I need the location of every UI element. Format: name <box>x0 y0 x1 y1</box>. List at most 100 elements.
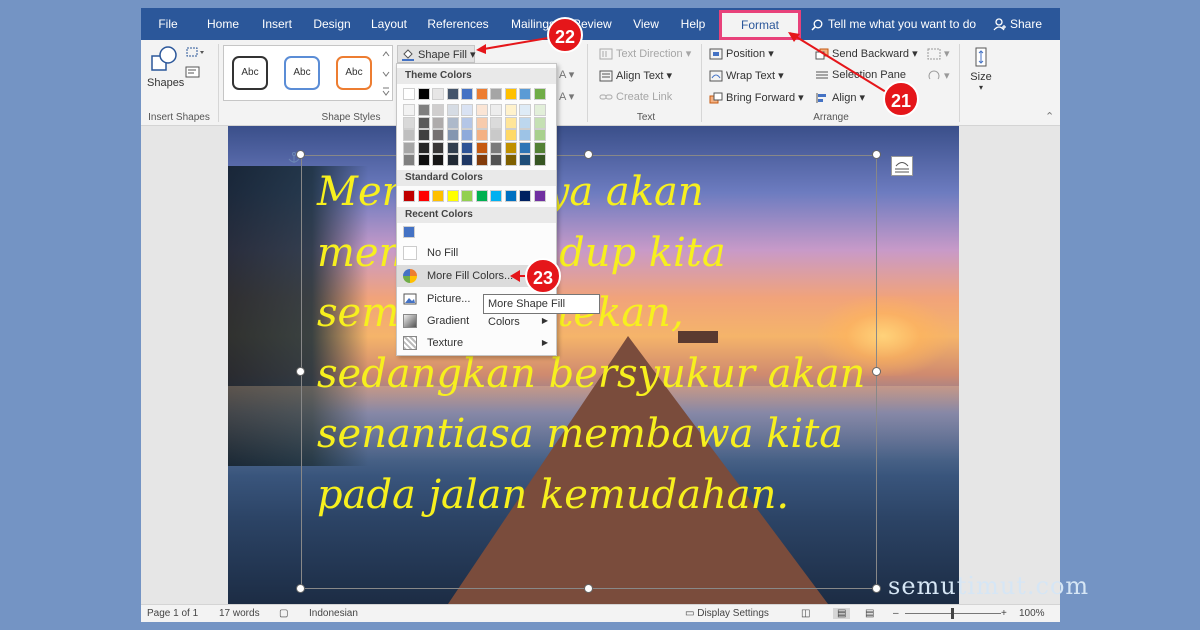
resize-handle-bottom-left[interactable] <box>296 584 305 593</box>
standard-color-swatch[interactable] <box>403 190 415 202</box>
standard-color-swatch[interactable] <box>475 190 488 202</box>
recent-color-swatch[interactable] <box>403 226 415 238</box>
theme-color-swatch[interactable] <box>490 88 502 100</box>
text-box-button[interactable] <box>185 66 201 81</box>
share-button[interactable]: Share <box>993 8 1042 40</box>
standard-color-swatch[interactable] <box>490 190 502 202</box>
align-button[interactable]: Align ▾ <box>815 91 865 104</box>
theme-color-shade-swatch[interactable] <box>432 129 444 141</box>
theme-color-shade-swatch[interactable] <box>417 104 430 116</box>
theme-color-shade-swatch[interactable] <box>504 116 517 129</box>
tab-layout[interactable]: Layout <box>367 8 411 40</box>
theme-color-shade-swatch[interactable] <box>475 104 488 116</box>
theme-color-shade-swatch[interactable] <box>490 104 502 116</box>
theme-color-shade-swatch[interactable] <box>417 129 430 141</box>
resize-handle-top[interactable] <box>584 150 593 159</box>
theme-color-swatch[interactable] <box>504 88 517 100</box>
theme-color-shade-swatch[interactable] <box>475 116 488 129</box>
tab-view[interactable]: View <box>629 8 663 40</box>
standard-color-swatch[interactable] <box>461 190 473 202</box>
shape-style-sample-3[interactable]: Abc <box>336 56 372 90</box>
theme-color-shade-swatch[interactable] <box>504 129 517 141</box>
theme-color-shade-swatch[interactable] <box>533 104 546 116</box>
theme-color-shade-swatch[interactable] <box>519 129 531 141</box>
position-button[interactable]: Position ▾ <box>709 47 774 60</box>
theme-color-swatch[interactable] <box>432 88 444 100</box>
align-text-button[interactable]: Align Text ▾ <box>599 69 672 82</box>
tab-design[interactable]: Design <box>309 8 355 40</box>
tab-insert[interactable]: Insert <box>257 8 297 40</box>
tab-format[interactable]: Format <box>719 10 801 40</box>
theme-color-shade-swatch[interactable] <box>446 116 459 129</box>
standard-color-swatch[interactable] <box>533 190 546 202</box>
theme-color-shade-swatch[interactable] <box>504 141 517 154</box>
shape-fill-button[interactable]: Shape Fill ▾ <box>397 45 476 63</box>
zoom-level[interactable]: 100% <box>1019 608 1045 619</box>
shape-style-sample-1[interactable]: Abc <box>232 56 268 90</box>
rotate-button[interactable]: ▾ <box>927 69 950 82</box>
standard-color-swatch[interactable] <box>504 190 517 202</box>
theme-color-shade-swatch[interactable] <box>461 154 473 166</box>
text-direction-button[interactable]: Text Direction ▾ <box>599 47 691 60</box>
send-backward-button[interactable]: Send Backward ▾ <box>815 47 918 60</box>
theme-color-shade-swatch[interactable] <box>519 104 531 116</box>
tab-home[interactable]: Home <box>203 8 243 40</box>
theme-color-shade-swatch[interactable] <box>533 116 546 129</box>
theme-color-swatch[interactable] <box>446 88 459 100</box>
theme-color-shade-swatch[interactable] <box>519 141 531 154</box>
edit-shape-button[interactable] <box>185 46 205 61</box>
layout-options-icon[interactable] <box>891 156 913 176</box>
theme-color-shade-swatch[interactable] <box>519 154 531 166</box>
read-mode-icon[interactable]: ◫ <box>801 608 810 619</box>
zoom-out-button[interactable]: – <box>893 608 899 619</box>
theme-color-shade-swatch[interactable] <box>461 141 473 154</box>
theme-color-shade-swatch[interactable] <box>432 141 444 154</box>
shape-effects-partial[interactable]: A ▾ <box>559 90 574 103</box>
bring-forward-button[interactable]: Bring Forward ▾ <box>709 91 804 104</box>
theme-color-shade-swatch[interactable] <box>461 129 473 141</box>
shapes-button[interactable]: Shapes <box>147 44 184 94</box>
theme-color-shade-swatch[interactable] <box>432 104 444 116</box>
theme-color-shade-swatch[interactable] <box>403 116 415 129</box>
theme-color-shade-swatch[interactable] <box>504 104 517 116</box>
theme-color-swatch[interactable] <box>403 88 415 100</box>
theme-color-shade-swatch[interactable] <box>403 104 415 116</box>
theme-color-shade-swatch[interactable] <box>432 116 444 129</box>
display-settings-button[interactable]: ▭ Display Settings <box>685 608 769 619</box>
standard-color-swatch[interactable] <box>446 190 459 202</box>
tab-file[interactable]: File <box>151 8 185 40</box>
print-layout-icon[interactable]: ▤ <box>833 608 851 619</box>
create-link-button[interactable]: Create Link <box>599 91 672 103</box>
theme-color-shade-swatch[interactable] <box>403 141 415 154</box>
theme-color-shade-swatch[interactable] <box>446 141 459 154</box>
zoom-in-button[interactable]: + <box>1001 608 1007 619</box>
standard-color-swatch[interactable] <box>519 190 531 202</box>
theme-color-shade-swatch[interactable] <box>533 154 546 166</box>
theme-color-swatch[interactable] <box>417 88 430 100</box>
resize-handle-left[interactable] <box>296 367 305 376</box>
texture-fill-item[interactable]: Texture ▶ <box>397 332 556 354</box>
theme-color-shade-swatch[interactable] <box>403 129 415 141</box>
resize-handle-right[interactable] <box>872 367 881 376</box>
word-count[interactable]: 17 words <box>219 608 260 619</box>
standard-color-swatch[interactable] <box>432 190 444 202</box>
collapse-ribbon-button[interactable]: ⌃ <box>1045 110 1054 123</box>
theme-color-shade-swatch[interactable] <box>461 116 473 129</box>
theme-color-shade-swatch[interactable] <box>504 154 517 166</box>
theme-color-shade-swatch[interactable] <box>446 129 459 141</box>
theme-color-shade-swatch[interactable] <box>417 116 430 129</box>
shape-style-sample-2[interactable]: Abc <box>284 56 320 90</box>
theme-color-shade-swatch[interactable] <box>490 141 502 154</box>
wrap-text-button[interactable]: Wrap Text ▾ <box>709 69 784 82</box>
theme-color-shade-swatch[interactable] <box>490 116 502 129</box>
proofing-icon[interactable]: ▢ <box>279 608 288 619</box>
web-layout-icon[interactable]: ▤ <box>865 608 874 619</box>
theme-color-shade-swatch[interactable] <box>475 129 488 141</box>
tell-me-search[interactable]: Tell me what you want to do <box>811 8 976 40</box>
theme-color-shade-swatch[interactable] <box>461 104 473 116</box>
theme-color-shade-swatch[interactable] <box>519 116 531 129</box>
theme-color-shade-swatch[interactable] <box>533 129 546 141</box>
zoom-slider-thumb[interactable] <box>951 608 954 619</box>
standard-color-swatch[interactable] <box>417 190 430 202</box>
theme-color-shade-swatch[interactable] <box>490 129 502 141</box>
